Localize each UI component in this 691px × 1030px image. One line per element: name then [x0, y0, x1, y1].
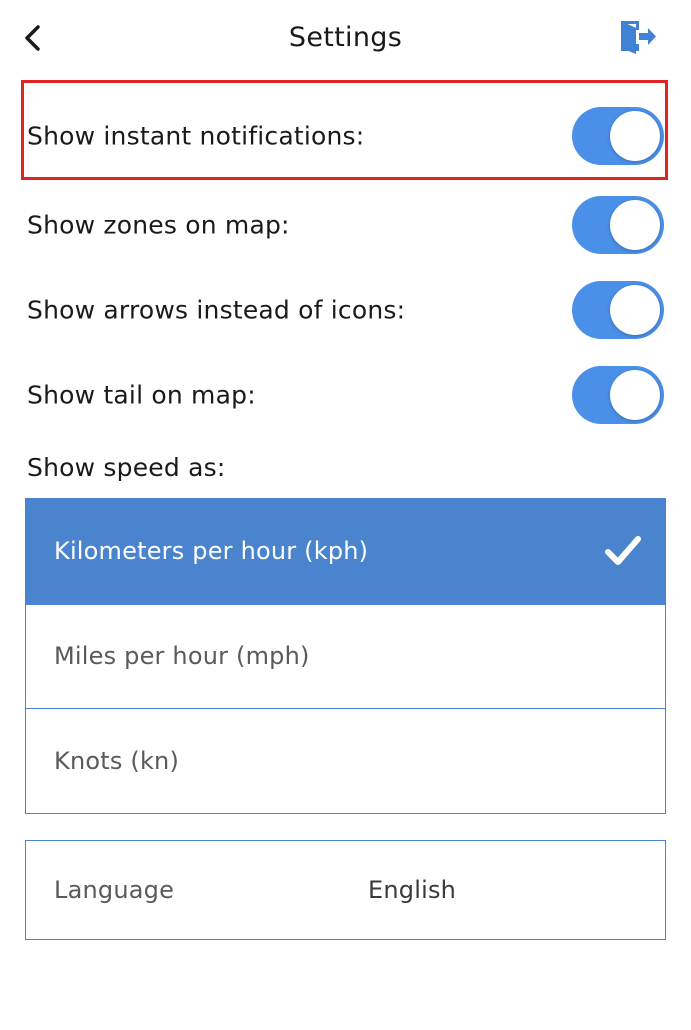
toggle-row-zones: Show zones on map: [0, 183, 691, 267]
toggle-label: Show arrows instead of icons: [27, 295, 406, 325]
checkmark-icon [605, 536, 641, 566]
toggle-row-arrows: Show arrows instead of icons: [0, 268, 691, 352]
toggle-label: Show zones on map: [27, 210, 290, 240]
speed-option-kph[interactable]: Kilometers per hour (kph) [26, 499, 665, 604]
speed-option-knots[interactable]: Knots (kn) [26, 708, 665, 813]
page-title: Settings [288, 22, 403, 53]
arrows-instead-of-icons-toggle[interactable] [572, 281, 664, 339]
speed-option-label: Kilometers per hour (kph) [54, 537, 369, 566]
toggle-row-tail: Show tail on map: [0, 353, 691, 437]
toggle-label: Show instant notifications: [27, 121, 365, 151]
speed-option-label: Knots (kn) [54, 746, 180, 775]
toggle-knob [610, 200, 660, 250]
language-value: English [368, 876, 457, 904]
speed-section-label: Show speed as: [27, 453, 226, 482]
speed-option-label: Miles per hour (mph) [54, 642, 310, 671]
logout-door-icon [621, 21, 656, 54]
toggle-knob [610, 285, 660, 335]
speed-unit-list: Kilometers per hour (kph) Miles per hour… [25, 498, 666, 814]
toggle-knob [610, 111, 660, 161]
header-bar: Settings [0, 0, 691, 78]
instant-notifications-toggle[interactable] [572, 107, 664, 165]
tail-on-map-toggle[interactable] [572, 366, 664, 424]
speed-option-mph[interactable]: Miles per hour (mph) [26, 603, 665, 709]
toggle-row-instant-notifications: Show instant notifications: [0, 94, 691, 178]
zones-on-map-toggle[interactable] [572, 196, 664, 254]
toggle-label: Show tail on map: [27, 380, 256, 410]
language-selector[interactable]: Language English [25, 840, 666, 940]
toggle-knob [610, 370, 660, 420]
logout-button[interactable] [614, 16, 660, 58]
language-label: Language [54, 876, 175, 904]
